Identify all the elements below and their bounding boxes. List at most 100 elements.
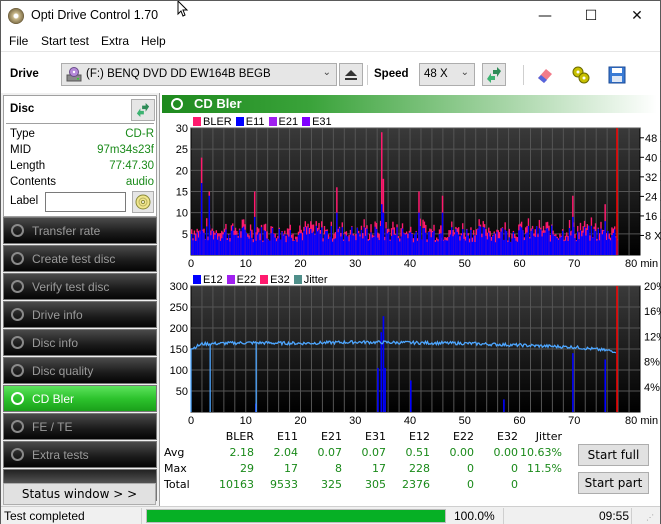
e12-bar xyxy=(377,367,379,412)
app-window: Opti Drive Control 1.70 — ☐ ✕ File Start… xyxy=(0,0,661,524)
stats-cell: 10163 xyxy=(219,478,254,491)
menu-bar: File Start test Extra Help xyxy=(1,31,660,51)
x-tick-label: 20 xyxy=(294,415,306,427)
disc-key: Type xyxy=(10,128,35,140)
refresh-speed-button[interactable] xyxy=(482,63,506,86)
nav-label: Disc info xyxy=(32,336,79,350)
disc-row-length: Length 77:47.30 xyxy=(10,160,154,176)
stats-col-header: E31 xyxy=(365,430,386,443)
disc-row-mid: MID 97m34s23f xyxy=(10,144,154,160)
resize-grip-icon[interactable]: ⋰ xyxy=(646,513,654,522)
disc-panel-title: Disc xyxy=(10,103,35,115)
y-tick-label: 300 xyxy=(170,281,188,293)
mouse-cursor-icon xyxy=(177,1,189,17)
x-tick-label: 80 min xyxy=(625,415,658,427)
stats-cell: 17 xyxy=(372,462,386,475)
stats-row-label: Avg xyxy=(164,446,185,459)
stats-row-label: Max xyxy=(164,462,187,475)
nav-disc-quality[interactable]: Disc quality xyxy=(3,357,157,384)
maximize-button[interactable]: ☐ xyxy=(568,1,614,31)
e12-bar xyxy=(384,367,386,412)
save-icon xyxy=(608,66,626,83)
status-window-button[interactable]: Status window > > xyxy=(3,483,156,505)
nav-transfer-rate[interactable]: Transfer rate xyxy=(3,217,157,244)
stats-cell: 17 xyxy=(284,462,298,475)
settings-button[interactable] xyxy=(569,63,593,86)
disc-value: audio xyxy=(125,176,154,188)
disc-icon xyxy=(11,364,24,377)
disc-value: 77:47.30 xyxy=(109,160,154,172)
status-separator xyxy=(141,508,142,524)
e12-bar xyxy=(503,399,505,412)
nav-cd-bler[interactable]: CD Bler xyxy=(3,385,157,412)
x-tick-label: 60 xyxy=(513,415,525,427)
stats-cell: 29 xyxy=(240,462,254,475)
close-button[interactable]: ✕ xyxy=(614,1,660,31)
label-caption: Label xyxy=(10,195,39,207)
disc-label-input[interactable] xyxy=(45,192,126,212)
drive-select[interactable]: (F:) BENQ DVD DD EW164B BEGB ⌄ xyxy=(61,63,337,86)
stats-col-header: E21 xyxy=(321,430,342,443)
stats-cell: 2376 xyxy=(402,478,430,491)
disc-info-panel: Disc Type CD-R MID 97m34s23f Length 77:4… xyxy=(3,95,157,217)
y-tick-label: 50 xyxy=(176,386,188,398)
start-part-button[interactable]: Start part xyxy=(578,472,649,494)
y-tick-label: 250 xyxy=(170,302,188,314)
disc-icon xyxy=(11,224,24,237)
disc-key: MID xyxy=(10,144,32,156)
left-panel: Disc Type CD-R MID 97m34s23f Length 77:4… xyxy=(1,93,159,506)
menu-file[interactable]: File xyxy=(9,34,28,48)
stats-cell: 10.63% xyxy=(520,446,562,459)
nav-label: FE / TE xyxy=(32,420,73,434)
menu-help[interactable]: Help xyxy=(141,34,166,48)
disc-value: CD-R xyxy=(125,128,154,140)
progress-percent: 100.0% xyxy=(454,509,495,523)
nav-create-test-disc[interactable]: Create test disc xyxy=(3,245,157,272)
eject-button[interactable] xyxy=(339,63,363,86)
disc-row-contents: Contents audio xyxy=(10,176,154,192)
stats-cell: 0.07 xyxy=(317,446,343,459)
eject-icon xyxy=(345,69,357,80)
stats-col-header: E32 xyxy=(497,430,518,443)
main-panel: CD Bler BLER E11 E21 E31 0 10 20 30 40 50 60 70… xyxy=(159,93,661,506)
save-button[interactable] xyxy=(605,63,629,86)
divider xyxy=(6,123,154,124)
write-label-button[interactable] xyxy=(132,191,154,213)
toolbar-separator xyxy=(367,65,368,85)
menu-start-test[interactable]: Start test xyxy=(41,34,89,48)
nav-extra-tests[interactable]: Extra tests xyxy=(3,441,157,468)
status-bar: Test completed 100.0% 09:55 ⋰ xyxy=(1,506,660,524)
disc-icon xyxy=(11,392,24,405)
start-full-button[interactable]: Start full xyxy=(578,444,649,466)
title-bar: Opti Drive Control 1.70 — ☐ ✕ xyxy=(1,1,660,31)
stats-cell: 0.07 xyxy=(361,446,387,459)
speed-select[interactable]: 48 X ⌄ xyxy=(419,63,475,86)
menu-extra[interactable]: Extra xyxy=(101,34,129,48)
e12-bar xyxy=(572,353,574,412)
nav-drive-info[interactable]: Drive info xyxy=(3,301,157,328)
nav-fe-te[interactable]: FE / TE xyxy=(3,413,157,440)
minimize-button[interactable]: — xyxy=(522,1,568,31)
stats-col-header: BLER xyxy=(225,430,254,443)
y-tick-label: 150 xyxy=(170,344,188,356)
erase-button[interactable] xyxy=(533,63,557,86)
stats-cell: 0.00 xyxy=(449,446,475,459)
stats-cell: 0.51 xyxy=(405,446,431,459)
drive-label: Drive xyxy=(10,68,39,80)
x-tick-label: 30 xyxy=(349,415,361,427)
status-separator xyxy=(631,508,632,524)
y2-tick-label: 16% xyxy=(644,306,661,318)
status-separator xyxy=(503,508,504,524)
disc-refresh-button[interactable] xyxy=(131,99,155,121)
stats-cell: 2.04 xyxy=(273,446,299,459)
stats-row-label: Total xyxy=(164,478,190,491)
stats-cell: 0 xyxy=(467,462,474,475)
stats-table: BLER E11 E21 E31 E12 E22 E32 Jitter Avg … xyxy=(164,430,564,495)
x-tick-label: 50 xyxy=(459,415,471,427)
nav-label: CD Bler xyxy=(32,392,75,406)
stats-cell: 8 xyxy=(335,462,342,475)
y-tick-label: 200 xyxy=(170,323,188,335)
stats-cell: 305 xyxy=(365,478,386,491)
nav-disc-info[interactable]: Disc info xyxy=(3,329,157,356)
nav-verify-test-disc[interactable]: Verify test disc xyxy=(3,273,157,300)
